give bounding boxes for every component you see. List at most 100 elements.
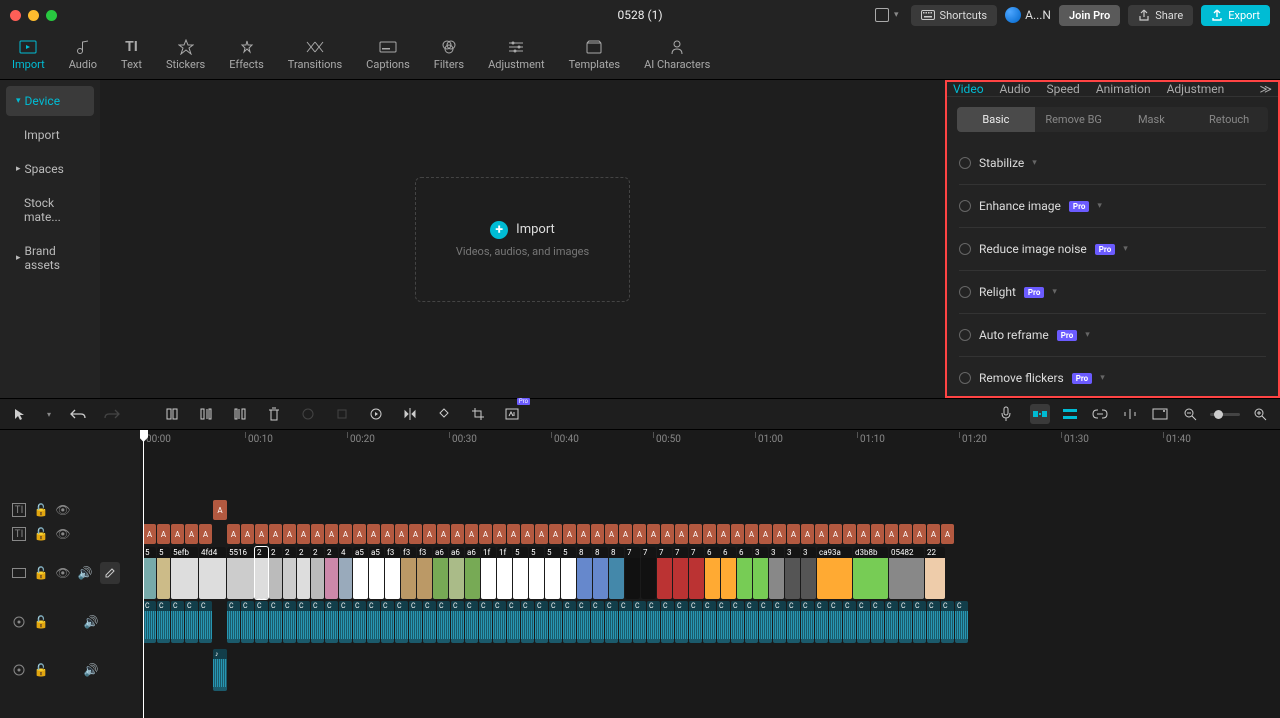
lock-icon[interactable]: 🔓: [34, 615, 48, 629]
text-clip[interactable]: A: [213, 500, 227, 520]
audio-clip[interactable]: C: [591, 601, 604, 643]
track-header-audio1[interactable]: 🔓 🔊: [0, 600, 140, 644]
audio-clip[interactable]: C: [745, 601, 758, 643]
video-clip[interactable]: d3b8b: [853, 547, 888, 599]
audio-clip[interactable]: C: [255, 601, 268, 643]
selection-tool[interactable]: [10, 404, 30, 424]
audio-clip[interactable]: C: [339, 601, 352, 643]
tab-import[interactable]: Import: [0, 30, 57, 79]
preview-axis-button[interactable]: [1120, 404, 1140, 424]
video-clip[interactable]: 5: [545, 547, 560, 599]
audio-clip[interactable]: C: [325, 601, 338, 643]
text-clip[interactable]: A: [815, 524, 828, 544]
link-button[interactable]: [1090, 404, 1110, 424]
text-clip[interactable]: A: [745, 524, 758, 544]
inspector-tab-audio[interactable]: Audio: [1000, 82, 1031, 96]
text-clip[interactable]: A: [857, 524, 870, 544]
audio-clip[interactable]: C: [507, 601, 520, 643]
zoom-out-button[interactable]: [1180, 404, 1200, 424]
option-relight[interactable]: Relight Pro ▾: [959, 271, 1266, 314]
text-clip[interactable]: A: [843, 524, 856, 544]
tab-adjustment[interactable]: Adjustment: [476, 30, 557, 79]
audio-clip[interactable]: C: [199, 601, 212, 643]
audio-clip[interactable]: C: [367, 601, 380, 643]
video-clip[interactable]: 22: [925, 547, 945, 599]
edit-track-button[interactable]: [100, 562, 120, 584]
video-clip[interactable]: f3: [385, 547, 400, 599]
text-clip[interactable]: A: [465, 524, 478, 544]
track-header-audio2[interactable]: 🔓 🔊: [0, 648, 140, 692]
audio-clip[interactable]: C: [913, 601, 926, 643]
audio-clip[interactable]: C: [829, 601, 842, 643]
tab-ai-characters[interactable]: AI Characters: [632, 30, 722, 79]
audio-clip[interactable]: C: [311, 601, 324, 643]
video-clip[interactable]: 3: [785, 547, 800, 599]
text-clip[interactable]: A: [731, 524, 744, 544]
text-clip[interactable]: A: [661, 524, 674, 544]
text-clip[interactable]: A: [619, 524, 632, 544]
text-clip[interactable]: A: [353, 524, 366, 544]
text-clip[interactable]: A: [381, 524, 394, 544]
video-clip[interactable]: 8: [577, 547, 592, 599]
text-clip[interactable]: A: [885, 524, 898, 544]
audio-clip[interactable]: C: [661, 601, 674, 643]
text-clip[interactable]: A: [899, 524, 912, 544]
audio-clip[interactable]: C: [479, 601, 492, 643]
text-clip[interactable]: A: [171, 524, 184, 544]
option-remove-flickers[interactable]: Remove flickers Pro ▾: [959, 357, 1266, 399]
video-clip[interactable]: 3: [769, 547, 784, 599]
mute-icon[interactable]: 🔊: [84, 615, 98, 629]
video-clip[interactable]: f3: [401, 547, 416, 599]
text-clip[interactable]: A: [143, 524, 156, 544]
lock-icon[interactable]: 🔓: [34, 663, 48, 677]
text-clip[interactable]: A: [507, 524, 520, 544]
video-clip[interactable]: 6: [721, 547, 736, 599]
audio-clip[interactable]: C: [297, 601, 310, 643]
tab-effects[interactable]: Effects: [217, 30, 276, 79]
timeline-tracks-area[interactable]: 00:00 00:10 00:20 00:30 00:40 00:50 01:0…: [140, 430, 1280, 718]
crop-tool[interactable]: [468, 404, 488, 424]
text-clip[interactable]: A: [157, 524, 170, 544]
text-clip[interactable]: A: [871, 524, 884, 544]
text-clip[interactable]: A: [199, 524, 212, 544]
text-clip[interactable]: A: [185, 524, 198, 544]
sidebar-device[interactable]: ▾Device: [6, 86, 94, 116]
video-clip[interactable]: 2: [325, 547, 338, 599]
audio-clip[interactable]: C: [619, 601, 632, 643]
selection-dropdown[interactable]: ▾: [44, 404, 54, 424]
reverse-tool[interactable]: [366, 404, 386, 424]
audio-clip[interactable]: C: [899, 601, 912, 643]
audio-clip[interactable]: C: [731, 601, 744, 643]
text-clip[interactable]: A: [241, 524, 254, 544]
text-clip[interactable]: A: [395, 524, 408, 544]
audio-clip[interactable]: ♪: [213, 649, 227, 691]
export-button[interactable]: Export: [1201, 5, 1270, 26]
subtab-basic[interactable]: Basic: [957, 107, 1035, 132]
rotate-tool[interactable]: [434, 404, 454, 424]
ai-tool[interactable]: [502, 404, 522, 424]
minimize-window-button[interactable]: [28, 10, 39, 21]
video-clip[interactable]: 2: [297, 547, 310, 599]
audio-clip[interactable]: C: [927, 601, 940, 643]
audio-clip[interactable]: C: [409, 601, 422, 643]
audio-clip[interactable]: C: [465, 601, 478, 643]
audio-clip[interactable]: C: [171, 601, 184, 643]
track-audio-2[interactable]: ♪: [140, 648, 1280, 692]
sidebar-stock[interactable]: Stock mate...: [6, 188, 94, 232]
audio-clip[interactable]: C: [493, 601, 506, 643]
video-clip[interactable]: 05482: [889, 547, 924, 599]
video-clip[interactable]: 8: [593, 547, 608, 599]
audio-clip[interactable]: C: [801, 601, 814, 643]
text-clip[interactable]: A: [227, 524, 240, 544]
video-clip[interactable]: 3: [753, 547, 768, 599]
tab-text[interactable]: TI Text: [109, 30, 154, 79]
audio-clip[interactable]: C: [185, 601, 198, 643]
inspector-tab-speed[interactable]: Speed: [1046, 82, 1079, 96]
magnet-track-button[interactable]: [1060, 404, 1080, 424]
audio-clip[interactable]: C: [451, 601, 464, 643]
inspector-tab-adjustment[interactable]: Adjustmen: [1167, 82, 1225, 96]
text-clip[interactable]: A: [269, 524, 282, 544]
video-clip[interactable]: 3: [801, 547, 816, 599]
audio-clip[interactable]: C: [717, 601, 730, 643]
audio-clip[interactable]: C: [423, 601, 436, 643]
